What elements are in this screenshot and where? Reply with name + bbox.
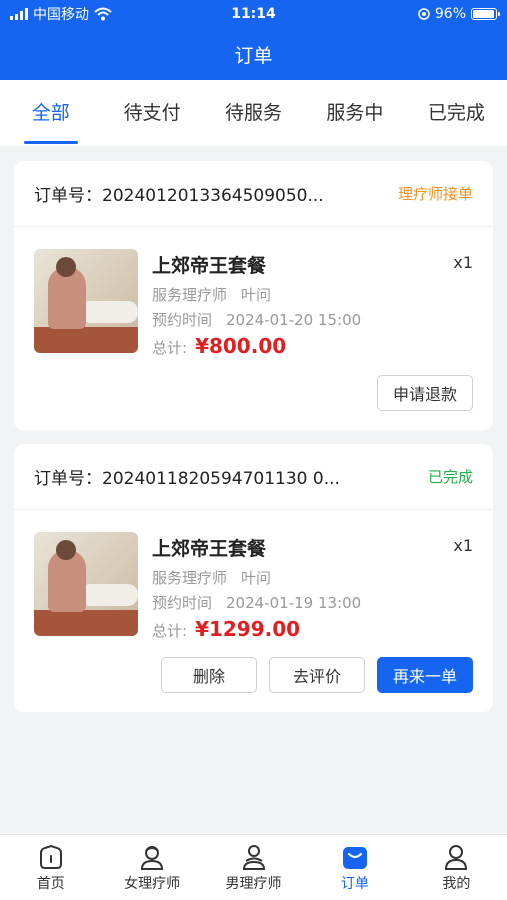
battery-fill	[473, 10, 495, 18]
tabbar-item-male-therapist[interactable]: 男理疗师	[203, 835, 304, 900]
order-status: 理疗师接单	[397, 185, 473, 203]
male-therapist-icon	[242, 844, 265, 870]
order-header: 订单号：2024011820594701130 0... 已完成	[14, 444, 493, 510]
appointment-label: 预约时间	[152, 594, 213, 612]
order-number-value: 2024011820594701130 0...	[102, 469, 340, 489]
order-number-label: 订单号：	[34, 469, 102, 489]
tabbar-label: 首页	[36, 875, 65, 892]
appointment-label: 预约时间	[152, 311, 213, 329]
tabbar-item-orders[interactable]: 订单	[304, 835, 405, 900]
review-button[interactable]: 去评价	[269, 657, 365, 693]
delete-button[interactable]: 删除	[161, 657, 257, 693]
orders-icon	[342, 846, 367, 869]
signal-icon	[10, 8, 28, 20]
order-actions: 申请退款	[377, 375, 473, 411]
product-name: 上郊帝王套餐	[152, 255, 267, 277]
product-quantity: x1	[453, 253, 473, 272]
product-image	[34, 532, 138, 636]
product-name: 上郊帝王套餐	[152, 538, 267, 560]
tabbar-label: 男理疗师	[225, 875, 282, 892]
tabbar-label: 订单	[340, 875, 369, 892]
order-number: 订单号：2024012013364509050...	[34, 181, 324, 206]
order-card[interactable]: 订单号：2024012013364509050... 理疗师接单 上郊帝王套餐 …	[14, 161, 493, 430]
therapist-line: 服务理疗师 叶问	[152, 567, 473, 588]
total-line: 总计: ¥800.00	[152, 334, 473, 358]
tab-in-service[interactable]: 服务中	[304, 80, 405, 146]
product-info: 上郊帝王套餐 x1 服务理疗师 叶问 预约时间 2024-01-19 13:00 总…	[152, 532, 473, 641]
wifi-icon	[94, 7, 112, 21]
nav-bar: 订单	[0, 28, 507, 80]
product-row[interactable]: 上郊帝王套餐 x1 服务理疗师 叶问 预约时间 2024-01-19 13:00 总…	[34, 532, 473, 641]
location-icon	[418, 8, 430, 20]
order-number: 订单号：2024011820594701130 0...	[34, 464, 340, 489]
tab-pending-service[interactable]: 待服务	[203, 80, 304, 146]
therapist-label: 服务理疗师	[152, 569, 228, 587]
product-row[interactable]: 上郊帝王套餐 x1 服务理疗师 叶问 预约时间 2024-01-20 15:00 总…	[34, 249, 473, 358]
tab-completed[interactable]: 已完成	[406, 80, 507, 146]
home-icon	[39, 844, 62, 869]
order-tabs: 全部 待支付 待服务 服务中 已完成	[0, 80, 507, 146]
therapist-label: 服务理疗师	[152, 286, 228, 304]
total-label: 总计:	[152, 339, 188, 357]
appointment-time: 2024-01-19 13:00	[226, 594, 362, 612]
battery-icon	[471, 8, 500, 20]
product-info: 上郊帝王套餐 x1 服务理疗师 叶问 预约时间 2024-01-20 15:00 总…	[152, 249, 473, 358]
product-image	[34, 249, 138, 353]
tab-pending-payment[interactable]: 待支付	[101, 80, 202, 146]
appointment-time: 2024-01-20 15:00	[226, 311, 362, 329]
order-price: ¥800.00	[195, 334, 287, 358]
order-actions: 删除 去评价 再来一单	[161, 657, 473, 693]
status-bar: 中国移动 11:14 96%	[0, 0, 507, 28]
total-label: 总计:	[152, 622, 188, 640]
tabbar-label: 我的	[442, 875, 471, 892]
page-title: 订单	[234, 44, 273, 67]
tabbar-label: 女理疗师	[124, 875, 181, 892]
tabbar-item-female-therapist[interactable]: 女理疗师	[101, 835, 202, 900]
therapist-name: 叶问	[241, 286, 272, 304]
battery-percent: 96%	[434, 6, 466, 22]
profile-icon	[445, 844, 468, 870]
order-number-value: 2024012013364509050...	[102, 186, 324, 206]
refund-button[interactable]: 申请退款	[377, 375, 473, 411]
order-card[interactable]: 订单号：2024011820594701130 0... 已完成 上郊帝王套餐 …	[14, 444, 493, 712]
order-header: 订单号：2024012013364509050... 理疗师接单	[14, 161, 493, 227]
appointment-line: 预约时间 2024-01-20 15:00	[152, 309, 473, 330]
reorder-button[interactable]: 再来一单	[377, 657, 473, 693]
tabbar-item-home[interactable]: 首页	[0, 835, 101, 900]
therapist-line: 服务理疗师 叶问	[152, 284, 473, 305]
status-left: 中国移动	[10, 4, 112, 24]
status-right: 96%	[418, 6, 500, 22]
bottom-tabbar: 首页 女理疗师 男理疗师 订单 我的	[0, 834, 507, 900]
order-status: 已完成	[427, 468, 473, 486]
order-number-label: 订单号：	[34, 186, 102, 206]
product-quantity: x1	[453, 536, 473, 555]
carrier-text: 中国移动	[33, 7, 89, 23]
appointment-line: 预约时间 2024-01-19 13:00	[152, 592, 473, 613]
total-line: 总计: ¥1299.00	[152, 617, 473, 641]
therapist-name: 叶问	[241, 569, 272, 587]
tab-all[interactable]: 全部	[0, 80, 101, 146]
female-therapist-icon	[141, 845, 164, 870]
tabbar-item-profile[interactable]: 我的	[406, 835, 507, 900]
order-price: ¥1299.00	[195, 617, 301, 641]
